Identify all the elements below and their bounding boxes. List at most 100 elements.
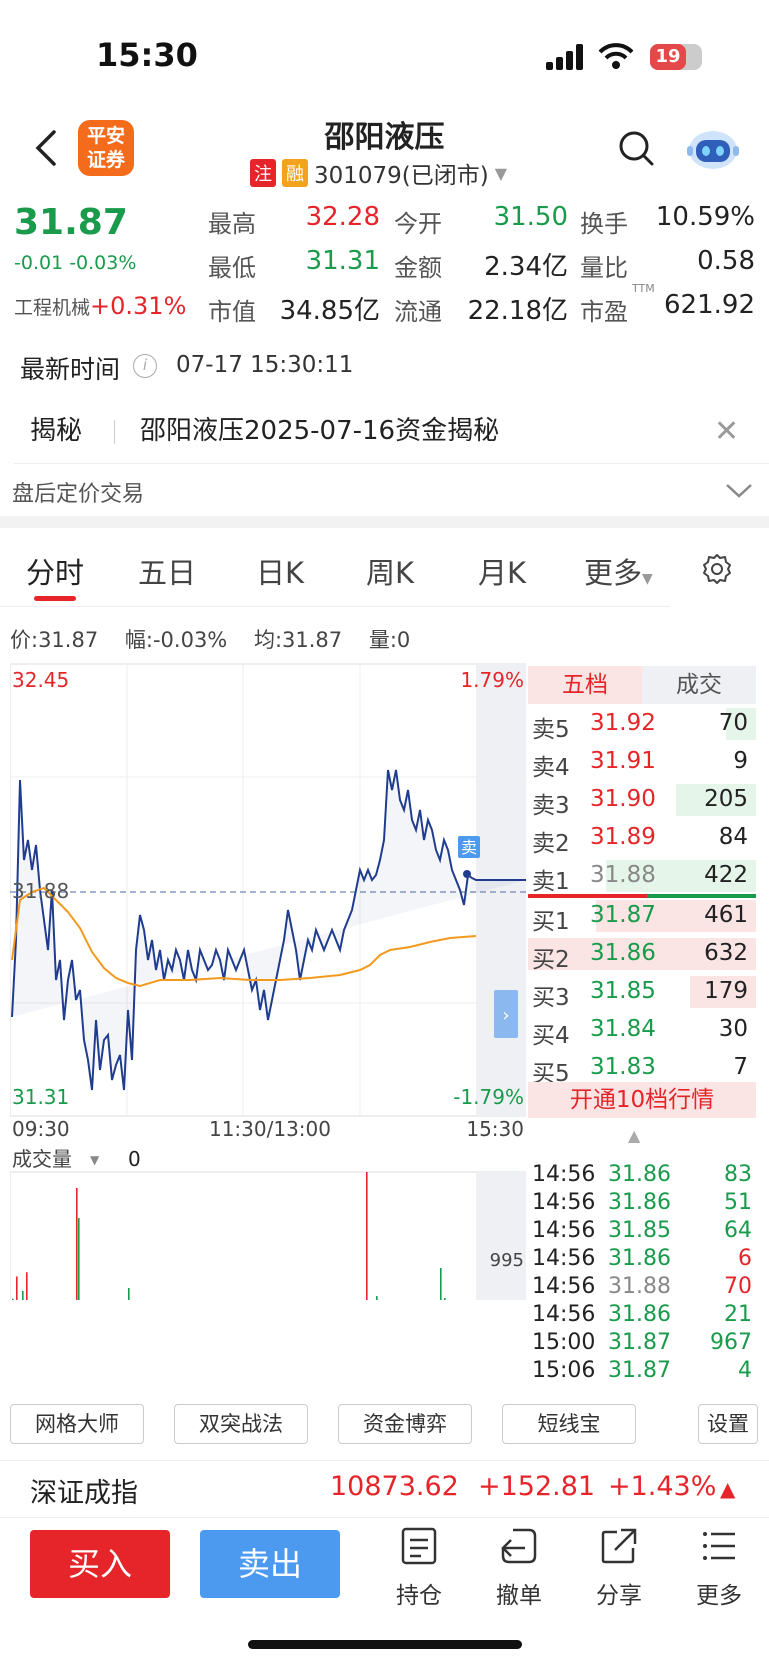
section-divider xyxy=(0,516,769,528)
undo-icon xyxy=(501,1528,537,1564)
battery-icon: 19 xyxy=(650,44,686,70)
tab-weekly-k[interactable]: 周K xyxy=(366,550,414,592)
index-name: 深证成指 xyxy=(30,1478,138,1509)
latest-point xyxy=(463,870,471,878)
chevron-down-icon[interactable] xyxy=(724,482,754,500)
home-indicator[interactable] xyxy=(248,1640,522,1649)
tab-indicator xyxy=(34,596,76,601)
ask-row[interactable]: 卖5 31.92 70 xyxy=(528,706,756,743)
buy-button[interactable]: 买入 xyxy=(30,1530,170,1598)
divider xyxy=(114,420,115,444)
info-icon[interactable]: i xyxy=(133,354,157,378)
ask-row[interactable]: 卖1 31.88 422 xyxy=(528,858,756,895)
up-arrow-icon: ▲ xyxy=(720,1477,736,1501)
collapse-arrow-icon[interactable]: ▲ xyxy=(628,1126,640,1145)
share-button[interactable]: 分享 xyxy=(584,1526,654,1610)
search-icon[interactable] xyxy=(616,128,656,168)
tab-daily-k[interactable]: 日K xyxy=(256,550,304,592)
time-start: 09:30 xyxy=(12,1117,70,1141)
status-time: 15:30 xyxy=(96,36,198,74)
tab-five-levels[interactable]: 五档 xyxy=(528,666,642,704)
open-10-level-button[interactable]: 开通10档行情 xyxy=(528,1082,756,1118)
bid-row[interactable]: 买3 31.85 179 xyxy=(528,974,756,1011)
stat-label: 今开 xyxy=(394,210,442,238)
more-button[interactable]: 更多 xyxy=(684,1526,754,1610)
bid-row[interactable]: 买2 31.86 632 xyxy=(528,936,756,973)
reveal-banner[interactable]: 揭秘 邵阳液压2025-07-16资金揭秘 ✕ xyxy=(14,400,769,464)
bid-row[interactable]: 买1 31.87 461 xyxy=(528,898,756,935)
sector-row[interactable]: 工程机械+0.31% xyxy=(14,292,186,320)
volume-bar xyxy=(16,1276,18,1300)
tool-capital-game[interactable]: 资金博弈 xyxy=(338,1404,472,1444)
tab-more[interactable]: 更多▼ xyxy=(584,550,653,592)
tool-double-breakout[interactable]: 双突战法 xyxy=(174,1404,308,1444)
trade-row: 14:56 31.88 70 xyxy=(532,1274,752,1299)
menu-icon xyxy=(703,1532,735,1560)
volume-bar xyxy=(376,1296,378,1300)
tool-short-line[interactable]: 短线宝 xyxy=(502,1404,636,1444)
index-ticker[interactable]: 深证成指 10873.62 +152.81 +1.43% ▲ xyxy=(0,1460,769,1518)
stat-value: 22.18亿 xyxy=(467,296,568,326)
crosshair-info: 价:31.87 幅:-0.03% 均:31.87 量:0 xyxy=(10,624,430,654)
stat-label: 市值 xyxy=(208,298,256,326)
svg-text:›: › xyxy=(502,1005,509,1026)
trade-row: 14:56 31.86 6 xyxy=(532,1246,752,1271)
ask-row[interactable]: 卖2 31.89 84 xyxy=(528,820,756,857)
intraday-chart[interactable]: 卖 › 32.45 31.31 1.79% -1.79% 31.88 09:30… xyxy=(10,660,526,1300)
stat-value: 0.58 xyxy=(697,246,755,276)
volume-bar xyxy=(440,1268,442,1300)
trade-row: 14:56 31.86 51 xyxy=(532,1190,752,1215)
document-icon xyxy=(401,1527,437,1565)
bid-row[interactable]: 买5 31.83 7 xyxy=(528,1050,756,1087)
stock-code-row[interactable]: 注 融 301079(已闭市) ▼ xyxy=(250,156,507,190)
volume-bar xyxy=(76,1188,78,1300)
index-value: 10873.62 xyxy=(330,1471,459,1502)
robot-assistant-icon[interactable] xyxy=(686,126,740,172)
close-icon[interactable]: ✕ xyxy=(714,414,739,449)
bottom-price-label: 31.31 xyxy=(12,1085,69,1109)
sell-button[interactable]: 卖出 xyxy=(200,1530,340,1598)
bottom-pct-label: -1.79% xyxy=(453,1085,524,1109)
dropdown-icon: ▼ xyxy=(494,163,508,183)
dropdown-icon: ▼ xyxy=(642,571,653,587)
tool-settings[interactable]: 设置 xyxy=(698,1404,758,1444)
current-price: 31.87 xyxy=(14,202,128,243)
cancel-order-button[interactable]: 撤单 xyxy=(484,1526,554,1610)
ask-row[interactable]: 卖4 31.91 9 xyxy=(528,744,756,781)
sell-marker-label: 卖 xyxy=(461,838,477,857)
holdings-button[interactable]: 持仓 xyxy=(384,1526,454,1610)
volume-max-label: 995 xyxy=(490,1250,524,1271)
reveal-text: 邵阳液压2025-07-16资金揭秘 xyxy=(140,416,500,446)
tool-grid-master[interactable]: 网格大师 xyxy=(10,1404,144,1444)
gear-icon[interactable] xyxy=(700,552,734,586)
stat-value: 31.50 xyxy=(493,202,568,232)
volume-bar xyxy=(78,1218,80,1300)
dropdown-icon: ▼ xyxy=(90,1153,100,1167)
top-price-label: 32.45 xyxy=(12,668,69,692)
share-label: 分享 xyxy=(596,1583,642,1609)
info-amp: 幅:-0.03% xyxy=(124,628,228,652)
stat-label: 金额 xyxy=(394,254,442,282)
stock-code: 301079(已闭市) xyxy=(314,163,489,189)
volume-bar xyxy=(128,1288,130,1300)
stat-value: 2.34亿 xyxy=(484,252,568,282)
ask-row[interactable]: 卖3 31.90 205 xyxy=(528,782,756,819)
tab-intraday[interactable]: 分时 xyxy=(26,550,84,592)
sector-label: 工程机械 xyxy=(14,297,91,319)
volume-value: 0 xyxy=(128,1147,141,1171)
volume-bar xyxy=(26,1272,28,1300)
volume-bar xyxy=(22,1290,24,1300)
margin-tag: 注 xyxy=(250,159,276,187)
index-pct: +1.43% xyxy=(608,1471,717,1502)
volume-bar xyxy=(366,1172,368,1300)
tab-five-day[interactable]: 五日 xyxy=(138,550,196,592)
stat-value: 32.28 xyxy=(305,202,380,232)
tab-monthly-k[interactable]: 月K xyxy=(478,550,526,592)
bid-row[interactable]: 买4 31.84 30 xyxy=(528,1012,756,1049)
index-change: +152.81 xyxy=(478,1471,596,1502)
tab-trades[interactable]: 成交 xyxy=(642,666,756,704)
finance-tag: 融 xyxy=(282,159,308,187)
after-hours-trading[interactable]: 盘后定价交易 xyxy=(12,476,144,508)
more-label: 更多 xyxy=(696,1583,742,1609)
stat-label: 量比 xyxy=(580,254,628,282)
